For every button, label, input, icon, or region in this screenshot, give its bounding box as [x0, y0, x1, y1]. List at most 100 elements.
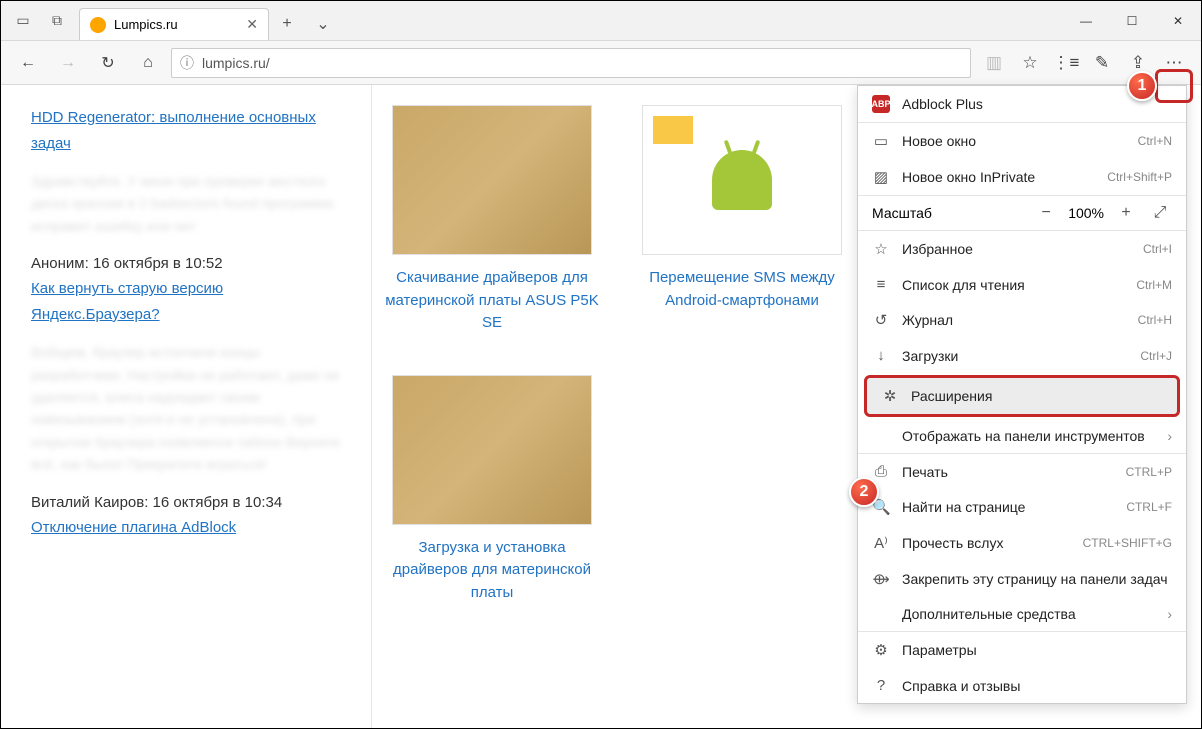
- help-icon: ?: [872, 677, 890, 694]
- menu-item-new-window[interactable]: ▭ Новое окно Ctrl+N: [858, 123, 1186, 159]
- url-input[interactable]: ⓘ lumpics.ru/: [171, 48, 971, 78]
- menu-item-print[interactable]: ⎙ Печать CTRL+P: [858, 454, 1186, 489]
- download-icon: ↓: [872, 347, 890, 364]
- menu-item-pin[interactable]: ⟴ Закрепить эту страницу на панели задач: [858, 561, 1186, 597]
- menu-label: Расширения: [911, 388, 1163, 404]
- sidebar: HDD Regenerator: выполнение основных зад…: [1, 85, 371, 728]
- addressbar: ← → ↻ ⌂ ⓘ lumpics.ru/ ▥ ☆ ⋮≡ ✎ ⇪ ⋯: [1, 41, 1201, 85]
- chevron-right-icon: ›: [1167, 606, 1172, 622]
- menu-item-extensions[interactable]: ✲ Расширения: [864, 375, 1180, 417]
- menu-label: Масштаб: [872, 205, 1024, 221]
- favicon-icon: [90, 17, 106, 33]
- menu-label: Отображать на панели инструментов: [902, 428, 1155, 444]
- favorite-star-icon[interactable]: ☆: [1013, 46, 1047, 80]
- menu-item-help[interactable]: ? Справка и отзывы: [858, 668, 1186, 703]
- notes-icon[interactable]: ✎: [1085, 46, 1119, 80]
- sidebar-link[interactable]: Как вернуть старую версию Яндекс.Браузер…: [31, 276, 341, 327]
- menu-label: Список для чтения: [902, 277, 1124, 293]
- tab-preview-icon[interactable]: ▭: [7, 5, 39, 37]
- menu-item-favorites[interactable]: ☆ Избранное Ctrl+I: [858, 231, 1186, 267]
- blurred-text: Здравствуйте. У меня при проверке жестко…: [31, 170, 341, 237]
- menu-item-show-toolbar[interactable]: Отображать на панели инструментов ›: [858, 419, 1186, 453]
- menu-shortcut: Ctrl+Shift+P: [1107, 170, 1172, 184]
- thumbnail-android-sms: [642, 105, 842, 255]
- close-tab-icon[interactable]: ✕: [246, 16, 258, 33]
- card-title: Перемещение SMS между Android-смартфонам…: [632, 267, 852, 312]
- menu-label: Новое окно: [902, 133, 1126, 149]
- chevron-right-icon: ›: [1167, 428, 1172, 444]
- titlebar: ▭ ⧉ Lumpics.ru ✕ + ⌄ — ☐ ✕: [1, 1, 1201, 41]
- menu-item-history[interactable]: ↺ Журнал Ctrl+H: [858, 302, 1186, 338]
- back-button[interactable]: ←: [11, 46, 45, 80]
- tab-title: Lumpics.ru: [114, 17, 178, 32]
- article-card[interactable]: Скачивание драйверов для материнской пла…: [382, 105, 602, 335]
- menu-shortcut: Ctrl+M: [1136, 278, 1172, 292]
- menu-label: Adblock Plus: [902, 96, 1172, 112]
- close-window-button[interactable]: ✕: [1155, 1, 1201, 40]
- more-menu: ABP Adblock Plus ▭ Новое окно Ctrl+N ▨ Н…: [857, 85, 1187, 704]
- browser-tab[interactable]: Lumpics.ru ✕: [79, 8, 269, 40]
- menu-label: Параметры: [902, 642, 1172, 658]
- menu-shortcut: Ctrl+I: [1143, 242, 1172, 256]
- maximize-button[interactable]: ☐: [1109, 1, 1155, 40]
- menu-label: Журнал: [902, 312, 1126, 328]
- comment-author: Виталий Каиров: 16 октября в 10:34: [31, 494, 341, 511]
- site-info-icon[interactable]: ⓘ: [180, 53, 194, 73]
- article-card[interactable]: Перемещение SMS между Android-смартфонам…: [632, 105, 852, 335]
- fullscreen-button[interactable]: ⤢: [1148, 204, 1172, 222]
- gear-icon: ⚙: [872, 641, 890, 659]
- favorites-hub-icon[interactable]: ⋮≡: [1049, 46, 1083, 80]
- menu-item-downloads[interactable]: ↓ Загрузки Ctrl+J: [858, 338, 1186, 373]
- new-tab-button[interactable]: +: [269, 8, 305, 40]
- menu-label: Избранное: [902, 241, 1131, 257]
- thumbnail-motherboard: [392, 105, 592, 255]
- menu-label: Загрузки: [902, 348, 1128, 364]
- sidebar-link[interactable]: HDD Regenerator: выполнение основных зад…: [31, 105, 341, 156]
- menu-label: Печать: [902, 464, 1114, 480]
- minimize-button[interactable]: —: [1063, 1, 1109, 40]
- menu-shortcut: CTRL+SHIFT+G: [1083, 536, 1172, 550]
- sidebar-link[interactable]: Отключение плагина AdBlock: [31, 515, 341, 541]
- forward-button[interactable]: →: [51, 46, 85, 80]
- set-aside-tabs-icon[interactable]: ⧉: [41, 5, 73, 37]
- blurred-text: Вобщем, браузер истончили концы разработ…: [31, 341, 341, 475]
- annotation-highlight: [1155, 69, 1193, 103]
- reading-list-icon: ≡: [872, 276, 890, 293]
- menu-label: Дополнительные средства: [902, 606, 1155, 622]
- tab-dropdown-icon[interactable]: ⌄: [305, 8, 341, 40]
- menu-item-inprivate[interactable]: ▨ Новое окно InPrivate Ctrl+Shift+P: [858, 159, 1186, 195]
- zoom-out-button[interactable]: −: [1034, 204, 1058, 222]
- menu-item-settings[interactable]: ⚙ Параметры: [858, 632, 1186, 668]
- menu-shortcut: Ctrl+H: [1138, 313, 1172, 327]
- menu-item-more-tools[interactable]: Дополнительные средства ›: [858, 597, 1186, 631]
- pin-icon: ⟴: [872, 570, 890, 588]
- article-card[interactable]: Загрузка и установка драйверов для матер…: [382, 375, 602, 605]
- home-button[interactable]: ⌂: [131, 46, 165, 80]
- url-text: lumpics.ru/: [202, 55, 270, 71]
- menu-shortcut: Ctrl+N: [1138, 134, 1172, 148]
- menu-label: Найти на странице: [902, 499, 1114, 515]
- menu-item-read-aloud[interactable]: A⁾ Прочесть вслух CTRL+SHIFT+G: [858, 525, 1186, 561]
- menu-item-find[interactable]: 🔍 Найти на странице CTRL+F: [858, 489, 1186, 525]
- inprivate-icon: ▨: [872, 168, 890, 186]
- card-title: Загрузка и установка драйверов для матер…: [382, 537, 602, 605]
- annotation-badge-2: 2: [849, 477, 879, 507]
- refresh-button[interactable]: ↻: [91, 46, 125, 80]
- star-icon: ☆: [872, 240, 890, 258]
- zoom-in-button[interactable]: +: [1114, 204, 1138, 222]
- menu-shortcut: CTRL+F: [1126, 500, 1172, 514]
- reading-view-icon[interactable]: ▥: [977, 46, 1011, 80]
- history-icon: ↺: [872, 311, 890, 329]
- menu-shortcut: CTRL+P: [1126, 465, 1172, 479]
- menu-label: Закрепить эту страницу на панели задач: [902, 571, 1172, 587]
- window-icon: ▭: [872, 132, 890, 150]
- menu-item-reading-list[interactable]: ≡ Список для чтения Ctrl+M: [858, 267, 1186, 302]
- annotation-badge-1: 1: [1127, 71, 1157, 101]
- abp-icon: ABP: [872, 95, 890, 113]
- read-aloud-icon: A⁾: [872, 534, 890, 552]
- menu-item-zoom: Масштаб − 100% + ⤢: [858, 196, 1186, 230]
- thumbnail-motherboard: [392, 375, 592, 525]
- menu-label: Прочесть вслух: [902, 535, 1071, 551]
- menu-label: Новое окно InPrivate: [902, 169, 1095, 185]
- menu-shortcut: Ctrl+J: [1140, 349, 1172, 363]
